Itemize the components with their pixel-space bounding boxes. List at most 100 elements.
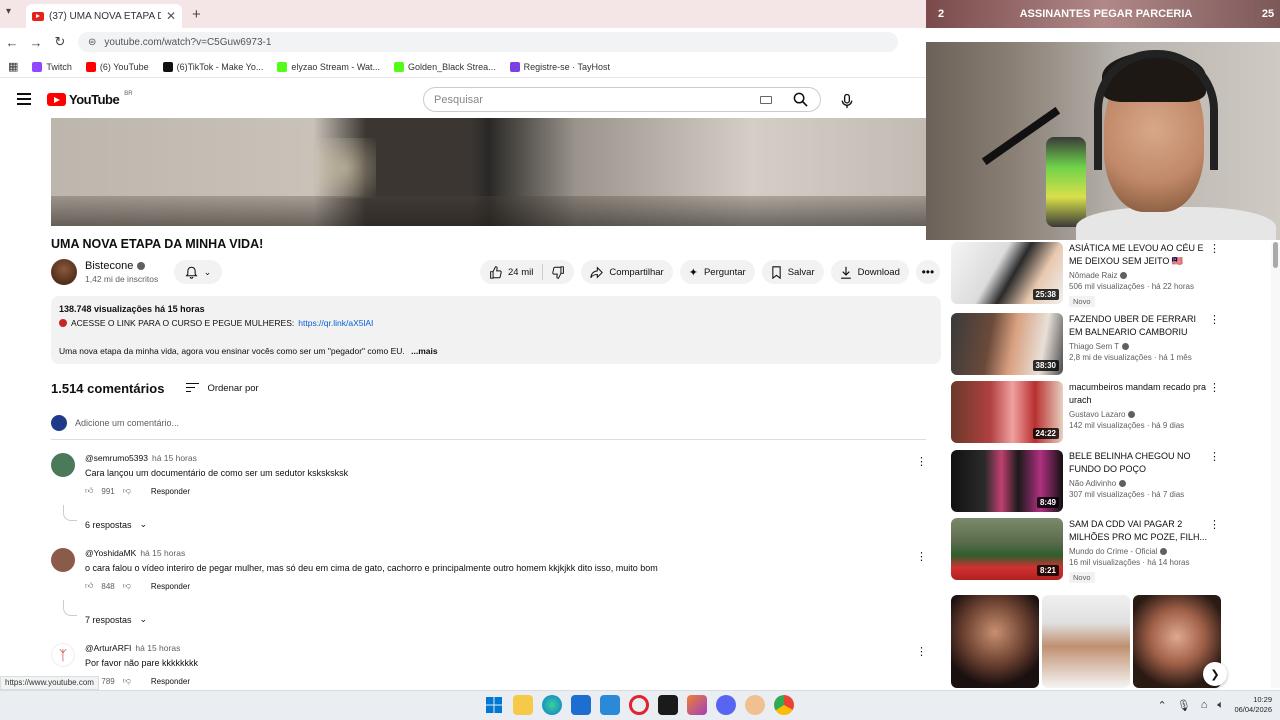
comment-menu-icon[interactable]: ⋮ [916,455,927,468]
related-video[interactable]: 8:21 SAM DA CDD VAI PAGAR 2 MILHÕES PRO … [951,518,1226,583]
edge-icon[interactable] [542,695,562,715]
show-more-button[interactable]: ...mais [411,346,437,356]
page-scrollbar[interactable] [1271,242,1280,688]
forward-button[interactable]: → [24,35,48,50]
comment-dislike-icon[interactable]: 👎︎ [123,486,131,496]
comment-avatar[interactable]: ᛉ [51,643,75,667]
related-title[interactable]: FAZENDO UBER DE FERRARI EM BALNEARIO CAM… [1069,313,1209,339]
video-thumbnail[interactable]: 24:22 [951,381,1063,443]
related-video[interactable]: 38:30 FAZENDO UBER DE FERRARI EM BALNEAR… [951,313,1226,377]
search-button[interactable] [788,88,812,112]
volume-icon[interactable]: 🔈︎ [1217,699,1224,712]
bookmark-item[interactable]: Twitch [32,61,72,72]
related-menu-icon[interactable]: ⋮ [1209,381,1220,394]
app-icon[interactable] [745,695,765,715]
comment-author[interactable]: @semrumo5393 [85,453,148,463]
dislike-button[interactable] [543,260,574,284]
new-tab-button[interactable]: + [192,6,201,23]
keyboard-icon[interactable] [760,95,772,104]
mic-icon[interactable]: 🎙︎ [1177,699,1191,712]
search-box[interactable]: Pesquisar [423,87,821,112]
channel-avatar[interactable] [51,259,77,285]
replies-toggle[interactable]: 6 respostas ⌄ [85,519,147,530]
site-info-icon[interactable]: ⊜ [88,37,96,48]
tab-close-icon[interactable]: ✕ [166,9,176,23]
address-bar[interactable]: ⊜ youtube.com/watch?v=C5Guw6973-1 [78,32,898,52]
related-channel[interactable]: Não Adivinho [1069,479,1116,488]
file-explorer-icon[interactable] [513,695,533,715]
windows-start-icon[interactable] [484,695,504,715]
capcut-icon[interactable] [658,695,678,715]
back-button[interactable]: ← [0,35,24,50]
notifications-button[interactable]: ⌄ [174,260,222,284]
related-menu-icon[interactable]: ⋮ [1209,450,1220,463]
ask-button[interactable]: ✦ Perguntar [679,260,755,284]
tab-search-icon[interactable]: ▾ [6,6,11,17]
comment-author[interactable]: @YoshidaMK [85,548,136,558]
bookmark-item[interactable]: elyzao Stream - Wat... [277,61,380,72]
clock[interactable]: 10:29 06/04/2026 [1234,695,1272,715]
network-icon[interactable]: ⌂ [1201,699,1208,712]
apps-icon[interactable]: ▦ [8,60,18,73]
comment-like-icon[interactable]: 👍︎ [85,581,93,591]
comment-time[interactable]: há 15 horas [152,453,197,463]
reply-button[interactable]: Responder [151,677,190,686]
youtube-logo[interactable]: YouTube BR [47,91,133,107]
related-video[interactable]: 24:22 macumbeiros mandam recado pra urac… [951,381,1226,445]
discord-icon[interactable] [716,695,736,715]
save-button[interactable]: Salvar [761,260,824,284]
related-title[interactable]: ASIÁTICA ME LEVOU AO CÉU E ME DEIXOU SEM… [1069,242,1209,268]
bookmark-item[interactable]: Registre-se · TayHost [509,61,610,72]
outlook-icon[interactable] [600,695,620,715]
related-title[interactable]: BELE BELINHA CHEGOU NO FUNDO DO POÇO [1069,450,1209,476]
video-thumbnail[interactable]: 25:38 [951,242,1063,304]
opera-icon[interactable] [629,695,649,715]
description-box[interactable]: 138.748 visualizações há 15 horas ACESSE… [51,296,941,364]
reply-button[interactable]: Responder [151,582,190,591]
short-thumbnail[interactable] [951,595,1039,688]
shorts-next-button[interactable]: ❯ [1203,662,1227,686]
replies-toggle[interactable]: 7 respostas ⌄ [85,614,147,625]
bookmark-item[interactable]: (6)TikTok - Make Yo... [162,61,263,72]
channel-name[interactable]: Bistecone [85,260,158,272]
store-icon[interactable] [571,695,591,715]
video-thumbnail[interactable]: 8:21 [951,518,1063,580]
related-title[interactable]: macumbeiros mandam recado pra urach [1069,381,1209,407]
short-thumbnail[interactable] [1042,595,1130,688]
browser-tab[interactable]: (37) UMA NOVA ETAPA DA MIN ✕ [26,4,182,28]
related-menu-icon[interactable]: ⋮ [1209,242,1220,255]
related-channel[interactable]: Nômade Raiz [1069,271,1117,280]
search-input[interactable]: Pesquisar [424,94,760,106]
comment-menu-icon[interactable]: ⋮ [916,645,927,658]
related-video[interactable]: 8:49 BELE BELINHA CHEGOU NO FUNDO DO POÇ… [951,450,1226,514]
comment-avatar[interactable] [51,548,75,572]
comment-menu-icon[interactable]: ⋮ [916,550,927,563]
comment-dislike-icon[interactable]: 👎︎ [123,676,131,686]
menu-icon[interactable] [17,93,31,105]
more-actions-button[interactable]: ••• [915,260,940,284]
reply-button[interactable]: Responder [151,487,190,496]
video-player[interactable] [51,118,926,226]
download-button[interactable]: Download [830,260,909,284]
comment-author[interactable]: @ArturARFI [85,643,131,653]
related-menu-icon[interactable]: ⋮ [1209,518,1220,531]
related-channel[interactable]: Thiago Sem T [1069,342,1119,351]
comment-avatar[interactable] [51,453,75,477]
add-comment-input[interactable]: Adicione um comentário... [75,418,179,428]
description-link[interactable]: https://qr.link/aX5lAI [298,318,373,328]
sort-button[interactable]: Ordenar por [186,382,259,395]
reload-button[interactable]: ↻ [48,34,72,50]
comment-time[interactable]: há 15 horas [140,548,185,558]
related-title[interactable]: SAM DA CDD VAI PAGAR 2 MILHÕES PRO MC PO… [1069,518,1209,544]
share-button[interactable]: Compartilhar [581,260,673,284]
related-channel[interactable]: Mundo do Crime - Oficial [1069,547,1157,556]
related-video[interactable]: 25:38 ASIÁTICA ME LEVOU AO CÉU E ME DEIX… [951,242,1226,307]
comment-like-icon[interactable]: 👍︎ [85,486,93,496]
chevron-up-icon[interactable]: ⌃ [1158,699,1167,712]
bookmark-item[interactable]: Golden_Black Strea... [394,61,496,72]
scrollbar-thumb[interactable] [1273,242,1278,268]
chrome-icon[interactable] [774,695,794,715]
app-icon[interactable] [687,695,707,715]
related-menu-icon[interactable]: ⋮ [1209,313,1220,326]
related-channel[interactable]: Gustavo Lazaro [1069,410,1125,419]
